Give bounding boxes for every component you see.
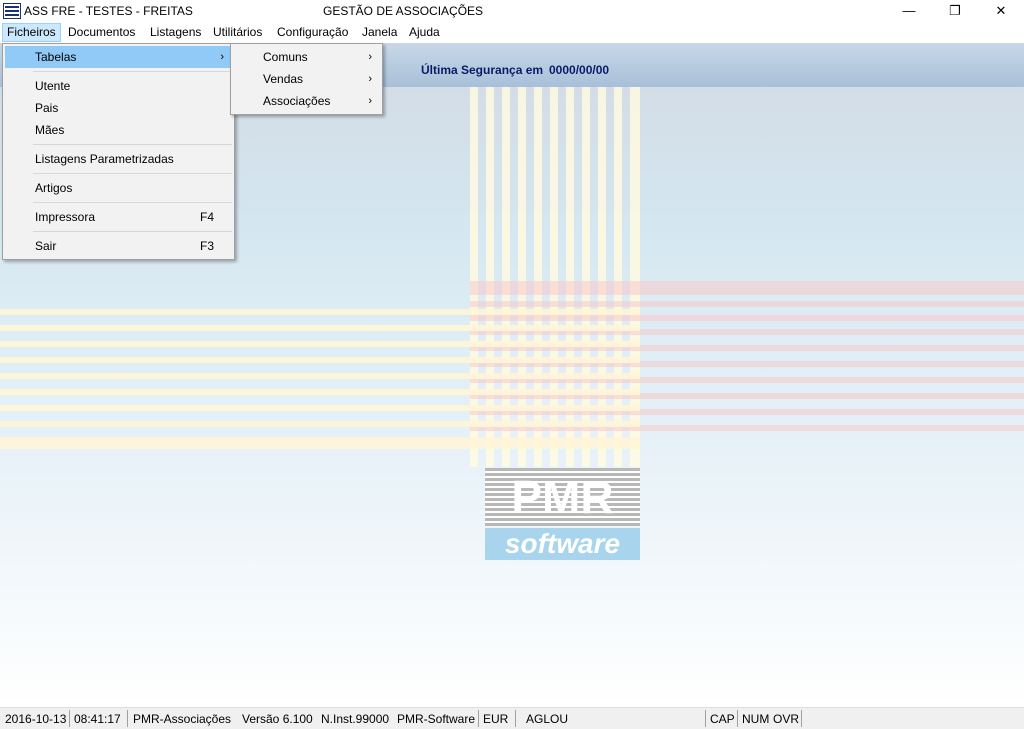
shortcut-label: F3	[199, 239, 214, 253]
title-bar: ASS FRE - TESTES - FREITAS GESTÃO DE ASS…	[0, 0, 1024, 22]
menu-item-maes[interactable]: Mães	[5, 119, 232, 141]
menu-item-listagens-parametrizadas[interactable]: Listagens Parametrizadas	[5, 148, 232, 170]
menu-listagens[interactable]: Listagens	[146, 24, 205, 41]
close-button[interactable]: ✕	[978, 0, 1024, 22]
status-bar: 2016-10-13 08:41:17 PMR-Associações Vers…	[0, 707, 1024, 729]
menu-item-comuns[interactable]: Comuns ›	[233, 46, 380, 68]
menu-separator	[33, 173, 232, 174]
pmr-software-logo: PMR software	[485, 468, 640, 562]
status-user: AGLOU	[526, 712, 569, 726]
status-company: PMR-Software	[397, 712, 476, 726]
menu-separator	[33, 231, 232, 232]
menu-bar: Ficheiros Documentos Listagens Utilitári…	[0, 22, 1024, 44]
status-time: 08:41:17	[74, 712, 121, 726]
app-icon[interactable]	[3, 3, 21, 19]
status-install: N.Inst.99000	[321, 712, 390, 726]
menu-item-artigos[interactable]: Artigos	[5, 177, 232, 199]
menu-item-utente[interactable]: Utente	[5, 75, 232, 97]
submenu-arrow-icon: ›	[368, 51, 372, 63]
menu-separator	[33, 71, 232, 72]
app-title: ASS FRE - TESTES - FREITAS	[24, 4, 193, 18]
shortcut-label: F4	[199, 210, 214, 224]
status-ovr: OVR	[773, 712, 800, 726]
menu-separator	[33, 202, 232, 203]
status-num: NUM	[742, 712, 770, 726]
menu-item-sair[interactable]: Sair F3	[5, 235, 232, 257]
submenu-arrow-icon: ›	[220, 51, 224, 63]
window-title: GESTÃO DE ASSOCIAÇÕES	[323, 4, 484, 18]
logo-tagline: software	[485, 528, 640, 560]
menu-utilitarios[interactable]: Utilitários	[209, 24, 266, 41]
submenu-arrow-icon: ›	[368, 95, 372, 107]
menu-item-tabelas[interactable]: Tabelas ›	[5, 46, 232, 68]
logo-brand: PMR	[485, 468, 640, 526]
menu-janela[interactable]: Janela	[358, 24, 401, 41]
menu-item-impressora[interactable]: Impressora F4	[5, 206, 232, 228]
menu-item-vendas[interactable]: Vendas ›	[233, 68, 380, 90]
tabelas-submenu: Comuns › Vendas › Associações ›	[230, 43, 383, 115]
menu-ficheiros[interactable]: Ficheiros	[2, 23, 61, 42]
last-backup-value: 0000/00/00	[549, 63, 610, 77]
menu-documentos[interactable]: Documentos	[64, 24, 139, 41]
status-app: PMR-Associações	[133, 712, 232, 726]
minimize-button[interactable]: —	[886, 0, 932, 22]
status-date: 2016-10-13	[5, 712, 67, 726]
status-version: Versão 6.100	[242, 712, 313, 726]
last-backup-label: Última Segurança em	[421, 63, 544, 77]
menu-item-associacoes[interactable]: Associações ›	[233, 90, 380, 112]
restore-button[interactable]: ❐	[932, 0, 978, 22]
submenu-arrow-icon: ›	[368, 73, 372, 85]
menu-separator	[33, 144, 232, 145]
ficheiros-menu: Tabelas › Utente Pais Mães Listagens Par…	[2, 43, 235, 260]
menu-ajuda[interactable]: Ajuda	[405, 24, 444, 41]
menu-item-pais[interactable]: Pais	[5, 97, 232, 119]
status-cap: CAP	[710, 712, 735, 726]
status-currency: EUR	[483, 712, 509, 726]
menu-configuracao[interactable]: Configuração	[273, 24, 352, 41]
